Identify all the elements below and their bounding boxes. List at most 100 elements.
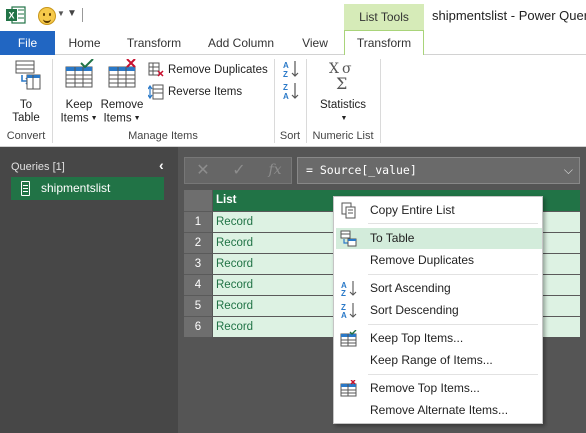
sort-ascending-icon[interactable]: A Z (283, 60, 299, 78)
sort-descending-icon[interactable]: Z A (283, 82, 299, 100)
group-label-manage-items: Manage Items (128, 130, 198, 142)
cancel-icon[interactable]: ✕ (185, 158, 221, 183)
menu-item-keep-top-items[interactable]: Keep Top Items... (336, 328, 542, 349)
row-number: 1 (184, 212, 212, 232)
menu-item-copy-entire-list[interactable]: Copy Entire List (336, 200, 542, 221)
to-table-icon (15, 60, 41, 90)
menu-item-to-table[interactable]: To Table (336, 228, 542, 249)
svg-text:Z: Z (283, 70, 288, 78)
menu-item-sort-ascending[interactable]: A Z Sort Ascending (336, 278, 542, 299)
tab-add-column[interactable]: Add Column (200, 31, 282, 55)
query-item-shipmentslist[interactable]: shipmentslist (11, 177, 164, 200)
chevron-down-icon: ▼ (340, 115, 348, 122)
menu-item-remove-alternate-items[interactable]: Remove Alternate Items... (336, 400, 542, 421)
remove-duplicates-button[interactable]: Remove Duplicates (148, 61, 268, 79)
menu-item-keep-range-of-items[interactable]: Keep Range of Items... (336, 350, 542, 371)
customize-quick-access-icon[interactable]: ▼ (67, 8, 77, 19)
keep-items-button[interactable]: Keep Items ▼ (57, 58, 101, 126)
remove-items-icon (108, 58, 136, 88)
menu-separator (368, 274, 538, 275)
menu-item-remove-top-items[interactable]: Remove Top Items... (336, 378, 542, 399)
keep-items-icon (340, 330, 357, 347)
reverse-items-label: Reverse Items (168, 86, 243, 98)
svg-text:X: X (8, 11, 14, 21)
queries-header: Queries [1] (11, 161, 65, 173)
smiley-feedback-icon[interactable] (38, 7, 56, 25)
to-table-label-2: Table (12, 112, 40, 124)
remove-duplicates-label: Remove Duplicates (168, 64, 268, 76)
formula-bar[interactable]: = Source[_value] ⌵ (297, 157, 580, 184)
svg-text:A: A (283, 92, 289, 100)
collapse-pane-icon[interactable]: ‹ (159, 157, 164, 173)
chevron-down-icon: ▼ (133, 115, 141, 122)
remove-items-button[interactable]: Remove Items ▼ (100, 58, 144, 126)
svg-text:A: A (283, 61, 289, 70)
group-label-numeric-list: Numeric List (312, 130, 374, 142)
row-number: 6 (184, 317, 212, 337)
chevron-down-icon: ▼ (90, 115, 98, 122)
remove-duplicates-icon (148, 62, 164, 77)
menu-item-label: Remove Top Items... (370, 381, 480, 395)
window-title: shipmentslist - Power Query (432, 8, 586, 23)
reverse-items-button[interactable]: Reverse Items (148, 83, 242, 101)
row-number: 2 (184, 233, 212, 253)
menu-item-sort-descending[interactable]: Z A Sort Descending (336, 300, 542, 321)
formula-buttons: ✕ ✓ fx (184, 157, 292, 184)
menu-item-remove-duplicates[interactable]: Remove Duplicates (336, 250, 542, 271)
sort-ascending-icon: A Z (341, 281, 357, 297)
svg-text:Z: Z (283, 83, 288, 92)
tab-file[interactable]: File (0, 31, 55, 55)
tab-view[interactable]: View (292, 31, 338, 55)
group-label-sort: Sort (279, 130, 301, 142)
title-separator (82, 8, 83, 22)
reverse-items-icon (148, 84, 164, 100)
svg-text:Σ: Σ (336, 74, 347, 91)
statistics-label: Statistics (319, 99, 366, 111)
menu-item-label: Sort Ascending (370, 281, 451, 295)
menu-separator (368, 223, 538, 224)
commit-icon[interactable]: ✓ (221, 158, 257, 183)
to-table-label-1: To (19, 99, 33, 111)
keep-items-label-1: Keep (65, 99, 93, 111)
tab-transform[interactable]: Transform (118, 31, 190, 55)
tab-list-transform[interactable]: Transform (344, 30, 424, 56)
statistics-icon: X σ Σ (329, 61, 352, 93)
excel-logo-icon: X (6, 6, 26, 24)
menu-item-label: Keep Top Items... (370, 331, 464, 345)
remove-items-label-1: Remove (100, 99, 144, 111)
keep-items-label-2: Items ▼ (60, 112, 98, 125)
formula-text: = Source[_value] (306, 163, 417, 177)
menu-item-label: To Table (370, 231, 415, 245)
remove-items-label-2: Items ▼ (103, 112, 141, 125)
menu-item-label: Remove Alternate Items... (370, 403, 509, 417)
remove-items-icon (340, 380, 357, 397)
menu-item-label: Remove Duplicates (370, 253, 475, 267)
menu-item-label: Copy Entire List (370, 203, 455, 217)
column-context-menu: Copy Entire List To Table Remove Duplica… (333, 196, 543, 424)
statistics-caret: ▼ (312, 112, 374, 126)
menu-separator (368, 324, 538, 325)
menu-item-label: Keep Range of Items... (370, 353, 493, 367)
ribbon: To Table Convert Keep Items ▼ Remove Ite… (0, 55, 586, 147)
sort-descending-icon: Z A (341, 303, 357, 319)
fx-icon[interactable]: fx (257, 158, 293, 183)
ribbon-tabs: File Home Transform Add Column View Tran… (0, 30, 586, 56)
svg-text:A: A (341, 311, 347, 319)
keep-items-icon (65, 58, 94, 88)
smiley-dropdown-icon[interactable]: ▼ (57, 9, 65, 18)
group-label-convert: Convert (6, 130, 46, 142)
tab-home[interactable]: Home (57, 31, 112, 55)
statistics-button[interactable]: X σ Σ Statistics ▼ (312, 59, 374, 126)
svg-text:Z: Z (341, 289, 346, 297)
context-tab-group-list-tools: List Tools (344, 4, 424, 31)
menu-item-label: Sort Descending (370, 303, 459, 317)
list-icon (21, 181, 30, 196)
to-table-icon (340, 230, 357, 247)
chevron-down-icon[interactable]: ⌵ (564, 158, 573, 183)
row-number: 4 (184, 275, 212, 295)
group-separator (380, 59, 381, 143)
queries-pane: Queries [1] ‹ shipmentslist (0, 147, 178, 433)
grid-corner[interactable] (184, 190, 212, 211)
to-table-button[interactable]: To Table (4, 59, 48, 125)
title-bar: X ▼ ▼ List Tools shipmentslist - Power Q… (0, 0, 586, 31)
